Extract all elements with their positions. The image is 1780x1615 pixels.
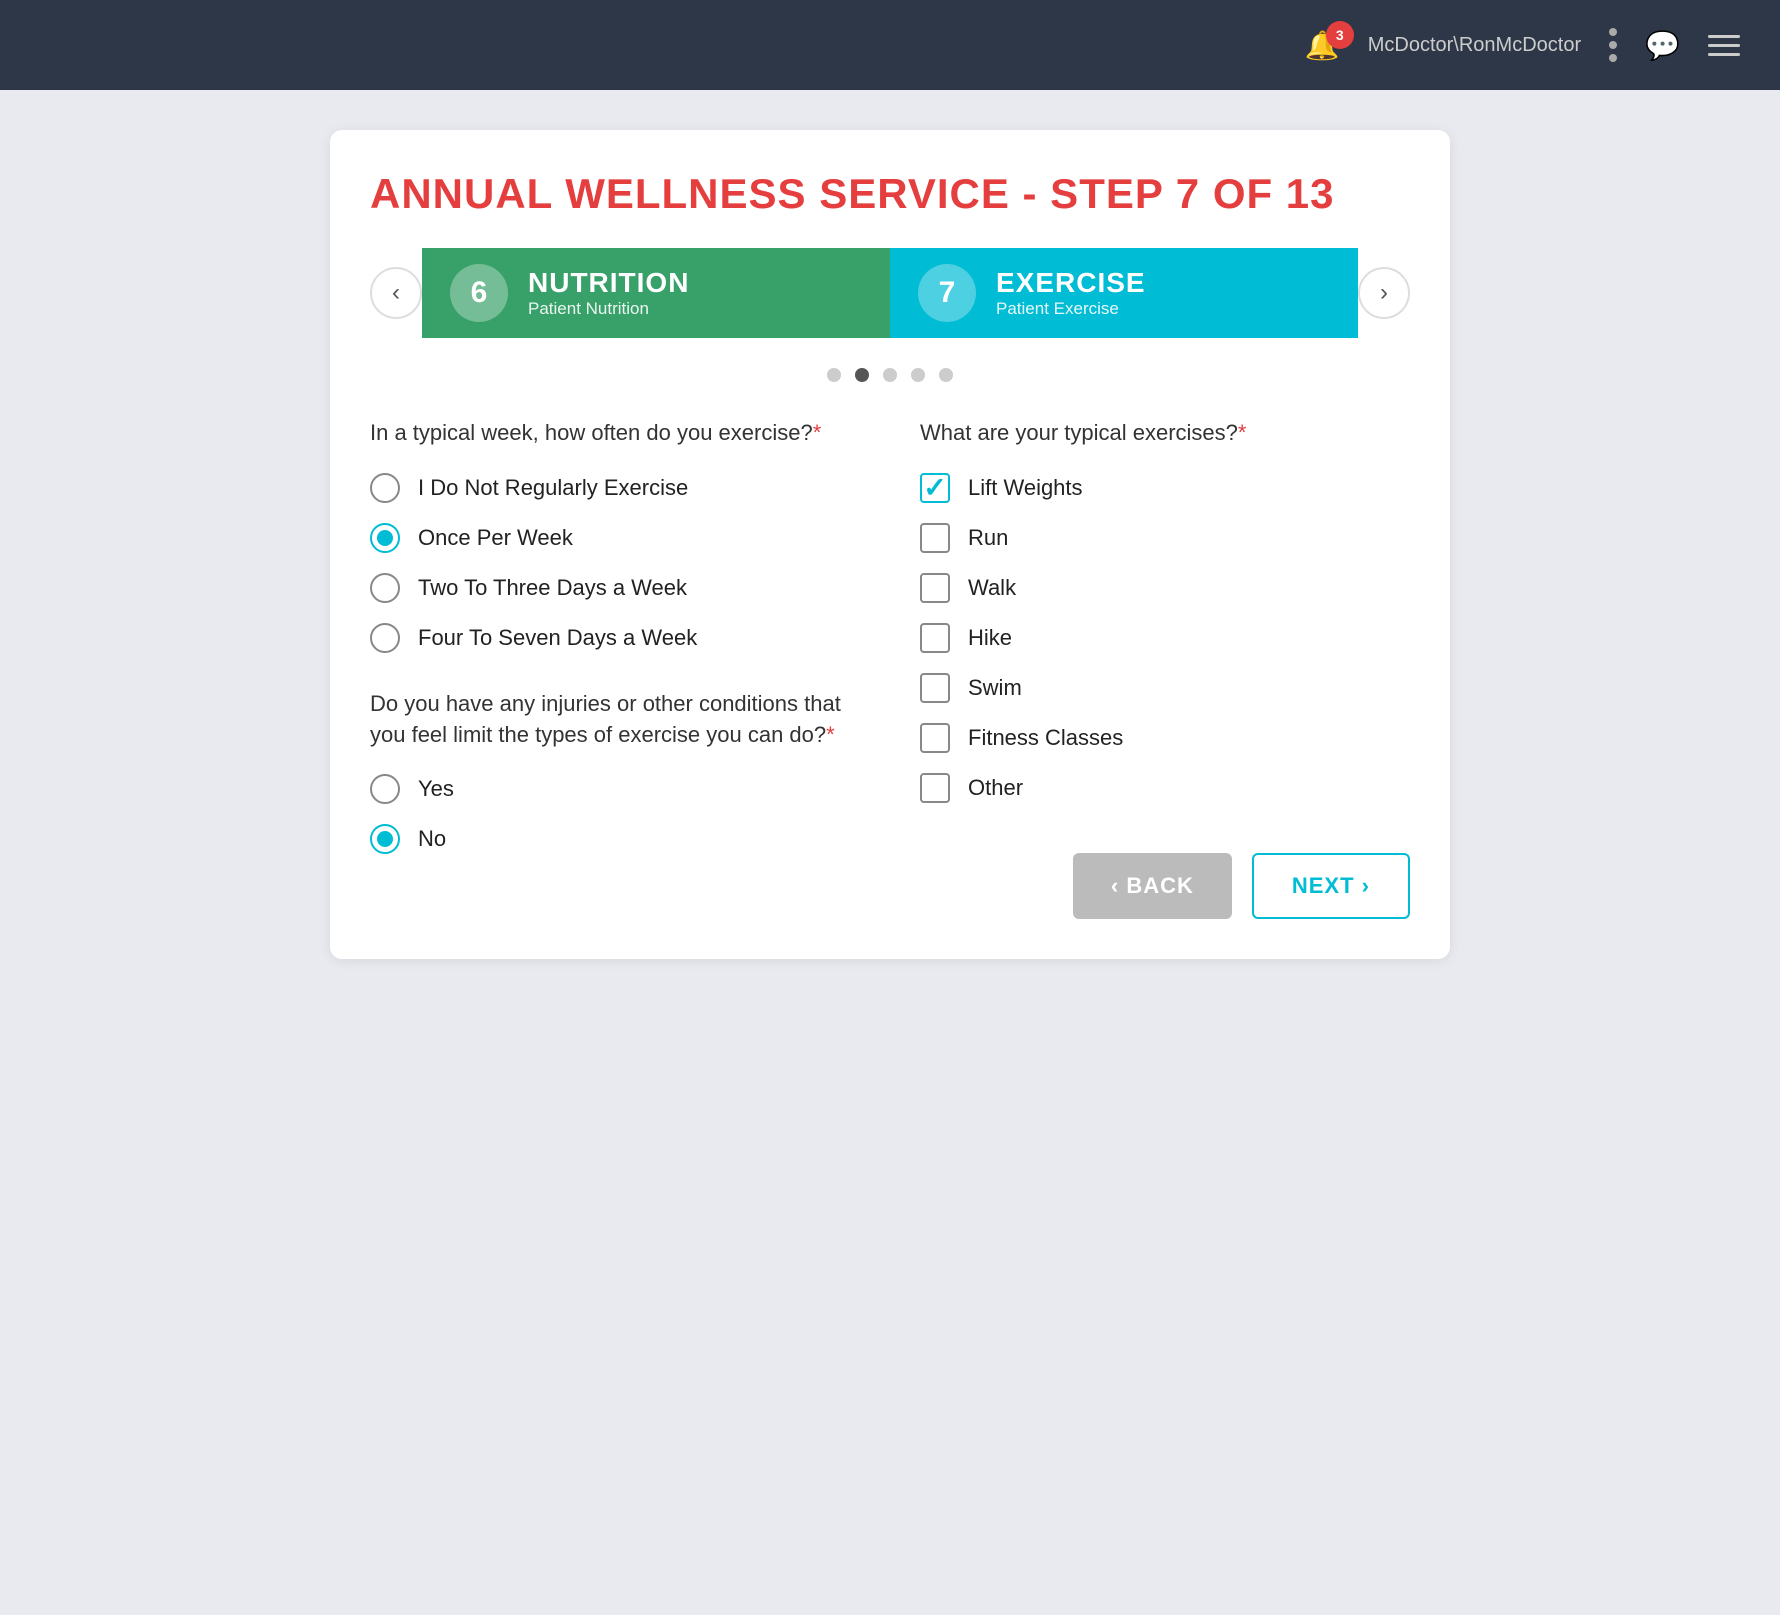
- exercise-frequency-question: In a typical week, how often do you exer…: [370, 418, 860, 449]
- radio-circle-two-three[interactable]: [370, 573, 400, 603]
- radio-label-no-exercise: I Do Not Regularly Exercise: [418, 475, 688, 501]
- tab-6-text: NUTRITION Patient Nutrition: [528, 267, 689, 319]
- tab-6-number: 6: [450, 264, 508, 322]
- checkbox-label-other: Other: [968, 775, 1023, 801]
- radio-circle-yes[interactable]: [370, 774, 400, 804]
- checkbox-box-run[interactable]: [920, 523, 950, 553]
- dot-3[interactable]: [883, 368, 897, 382]
- tab-7-text: EXERCISE Patient Exercise: [996, 267, 1146, 319]
- tab-7-title: EXERCISE: [996, 267, 1146, 299]
- notification-bell[interactable]: 🔔 3: [1305, 29, 1340, 62]
- main-card: ANNUAL WELLNESS SERVICE - STEP 7 OF 13 ‹…: [330, 130, 1450, 959]
- form-columns: In a typical week, how often do you exer…: [370, 418, 1410, 919]
- menu-line-2: [1708, 44, 1740, 47]
- tab-6-subtitle: Patient Nutrition: [528, 299, 689, 319]
- user-menu-dots[interactable]: [1609, 28, 1617, 62]
- checkbox-swim[interactable]: Swim: [920, 673, 1410, 703]
- checkbox-hike[interactable]: Hike: [920, 623, 1410, 653]
- required-star-3: *: [1238, 420, 1247, 445]
- menu-line-1: [1708, 35, 1740, 38]
- back-button[interactable]: ‹ BACK: [1073, 853, 1232, 919]
- next-button[interactable]: NEXT ›: [1252, 853, 1410, 919]
- checkmark-lift-weights: ✓: [923, 474, 946, 502]
- radio-no[interactable]: No: [370, 824, 860, 854]
- dot-2[interactable]: [855, 368, 869, 382]
- radio-label-two-three: Two To Three Days a Week: [418, 575, 687, 601]
- dot-bottom: [1609, 54, 1617, 62]
- page-title: ANNUAL WELLNESS SERVICE - STEP 7 OF 13: [370, 170, 1410, 218]
- dot-5[interactable]: [939, 368, 953, 382]
- radio-four-seven[interactable]: Four To Seven Days a Week: [370, 623, 860, 653]
- dot-middle: [1609, 41, 1617, 49]
- pagination-dots: [370, 368, 1410, 382]
- radio-two-three[interactable]: Two To Three Days a Week: [370, 573, 860, 603]
- checkbox-other[interactable]: Other: [920, 773, 1410, 803]
- prev-tab-button[interactable]: ‹: [370, 267, 422, 319]
- checkbox-box-swim[interactable]: [920, 673, 950, 703]
- checkbox-walk[interactable]: Walk: [920, 573, 1410, 603]
- footer-buttons: ‹ BACK NEXT ›: [920, 853, 1410, 919]
- checkbox-label-lift-weights: Lift Weights: [968, 475, 1083, 501]
- required-star-2: *: [826, 722, 835, 747]
- checkbox-box-lift-weights[interactable]: ✓: [920, 473, 950, 503]
- required-star-1: *: [813, 420, 822, 445]
- radio-label-once-week: Once Per Week: [418, 525, 573, 551]
- left-column: In a typical week, how often do you exer…: [370, 418, 860, 919]
- menu-line-3: [1708, 53, 1740, 56]
- tabs-container: ‹ 6 NUTRITION Patient Nutrition 7 EXERCI…: [370, 248, 1410, 338]
- typical-exercises-question: What are your typical exercises?*: [920, 418, 1410, 449]
- checkbox-label-hike: Hike: [968, 625, 1012, 651]
- tab-7-number: 7: [918, 264, 976, 322]
- radio-circle-no[interactable]: [370, 824, 400, 854]
- checkbox-box-walk[interactable]: [920, 573, 950, 603]
- dot-4[interactable]: [911, 368, 925, 382]
- radio-circle-once-week[interactable]: [370, 523, 400, 553]
- checkbox-label-swim: Swim: [968, 675, 1022, 701]
- radio-no-exercise[interactable]: I Do Not Regularly Exercise: [370, 473, 860, 503]
- checkbox-lift-weights[interactable]: ✓ Lift Weights: [920, 473, 1410, 503]
- next-tab-button[interactable]: ›: [1358, 267, 1410, 319]
- radio-circle-no-exercise[interactable]: [370, 473, 400, 503]
- checkbox-label-walk: Walk: [968, 575, 1016, 601]
- hamburger-menu[interactable]: [1708, 35, 1740, 56]
- topbar: 🔔 3 McDoctor\RonMcDoctor 💬: [0, 0, 1780, 90]
- checkbox-run[interactable]: Run: [920, 523, 1410, 553]
- main-wrapper: ANNUAL WELLNESS SERVICE - STEP 7 OF 13 ‹…: [0, 90, 1780, 999]
- radio-circle-four-seven[interactable]: [370, 623, 400, 653]
- notification-badge: 3: [1326, 21, 1354, 49]
- checkbox-label-fitness-classes: Fitness Classes: [968, 725, 1123, 751]
- dot-top: [1609, 28, 1617, 36]
- username-label: McDoctor\RonMcDoctor: [1368, 34, 1581, 57]
- checkbox-box-other[interactable]: [920, 773, 950, 803]
- radio-once-week[interactable]: Once Per Week: [370, 523, 860, 553]
- checkbox-fitness-classes[interactable]: Fitness Classes: [920, 723, 1410, 753]
- tabs-row: 6 NUTRITION Patient Nutrition 7 EXERCISE…: [422, 248, 1358, 338]
- checkbox-label-run: Run: [968, 525, 1008, 551]
- section-gap: Do you have any injuries or other condit…: [370, 689, 860, 855]
- right-column: What are your typical exercises?* ✓ Lift…: [920, 418, 1410, 919]
- injuries-question: Do you have any injuries or other condit…: [370, 689, 860, 751]
- tab-exercise[interactable]: 7 EXERCISE Patient Exercise: [890, 248, 1358, 338]
- tab-nutrition[interactable]: 6 NUTRITION Patient Nutrition: [422, 248, 890, 338]
- dot-1[interactable]: [827, 368, 841, 382]
- checkbox-box-fitness-classes[interactable]: [920, 723, 950, 753]
- radio-label-yes: Yes: [418, 776, 454, 802]
- tab-7-subtitle: Patient Exercise: [996, 299, 1146, 319]
- radio-yes[interactable]: Yes: [370, 774, 860, 804]
- tab-6-title: NUTRITION: [528, 267, 689, 299]
- checkbox-box-hike[interactable]: [920, 623, 950, 653]
- radio-label-no: No: [418, 826, 446, 852]
- chat-icon[interactable]: 💬: [1645, 29, 1680, 62]
- radio-label-four-seven: Four To Seven Days a Week: [418, 625, 697, 651]
